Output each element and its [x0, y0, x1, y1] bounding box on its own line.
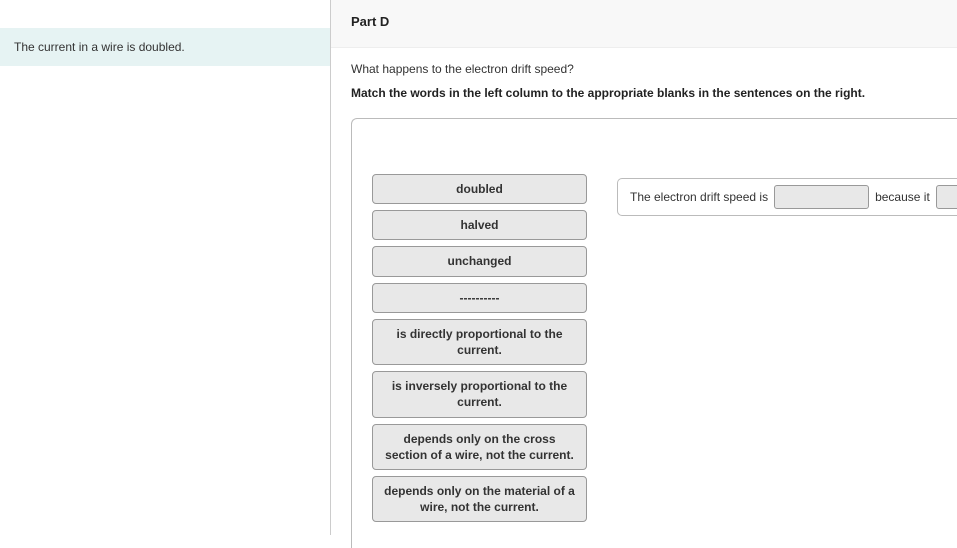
- sentence-segment: The electron drift speed is: [630, 190, 768, 204]
- work-panel: doubled halved unchanged ---------- is d…: [351, 118, 957, 548]
- sentence-area: The electron drift speed is because it: [617, 174, 957, 216]
- sentence-segment: because it: [875, 190, 930, 204]
- answer-tile[interactable]: depends only on the cross section of a w…: [372, 424, 587, 470]
- answer-tile[interactable]: doubled: [372, 174, 587, 204]
- drop-slot-2[interactable]: [936, 185, 957, 209]
- part-header: Part D: [331, 0, 957, 48]
- answer-tile[interactable]: halved: [372, 210, 587, 240]
- answer-tile[interactable]: unchanged: [372, 246, 587, 276]
- instruction-text: Match the words in the left column to th…: [351, 86, 937, 100]
- left-column: The current in a wire is doubled.: [0, 0, 330, 535]
- drop-slot-1[interactable]: [774, 185, 869, 209]
- answer-tile[interactable]: ----------: [372, 283, 587, 313]
- answer-tile[interactable]: is directly proportional to the current.: [372, 319, 587, 365]
- question-text: What happens to the electron drift speed…: [351, 62, 937, 76]
- answer-tile[interactable]: depends only on the material of a wire, …: [372, 476, 587, 522]
- answer-tiles-column: doubled halved unchanged ---------- is d…: [372, 174, 587, 528]
- question-area: What happens to the electron drift speed…: [331, 48, 957, 118]
- answer-tile[interactable]: is inversely proportional to the current…: [372, 371, 587, 417]
- scenario-prompt: The current in a wire is doubled.: [0, 28, 330, 66]
- sentence-frame: The electron drift speed is because it: [617, 178, 957, 216]
- right-column: Part D What happens to the electron drif…: [331, 0, 957, 548]
